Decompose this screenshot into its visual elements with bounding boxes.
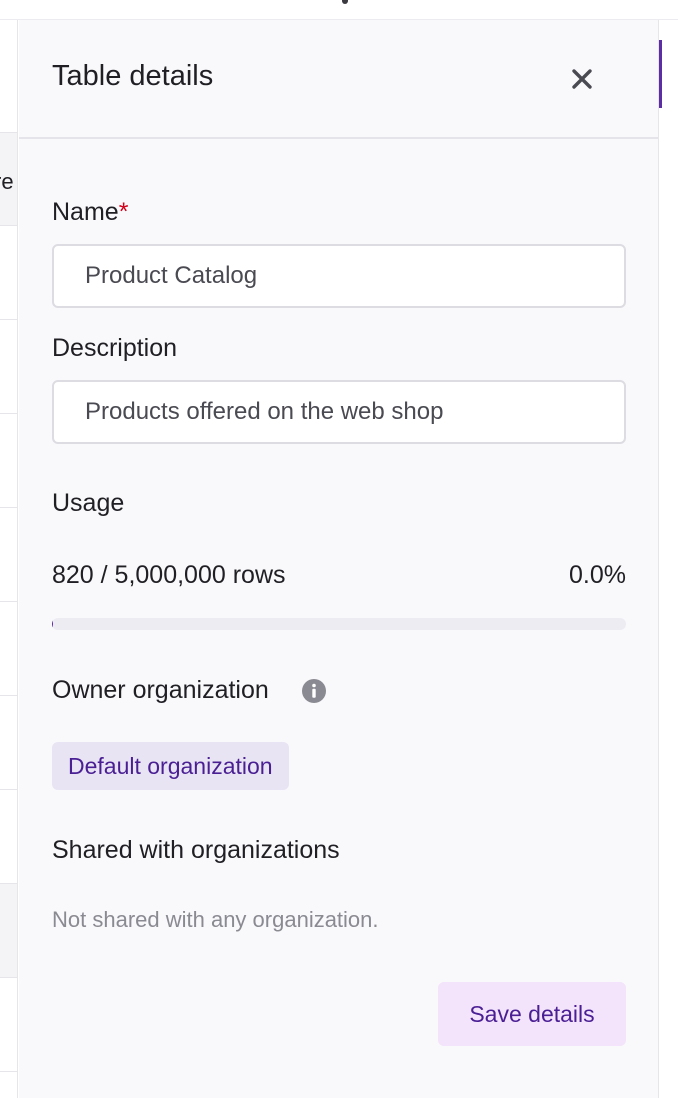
close-icon <box>572 69 592 89</box>
background-table-row <box>0 320 17 414</box>
background-table-row <box>0 602 17 696</box>
background-table: re <box>0 20 18 1098</box>
name-label: Name* <box>52 198 129 226</box>
top-bar <box>0 0 678 20</box>
background-table-header-text: re <box>0 169 14 194</box>
info-icon[interactable] <box>302 679 326 703</box>
usage-rows-text: 820 / 5,000,000 rows <box>52 561 286 589</box>
required-marker: * <box>118 198 129 226</box>
background-table-row <box>0 414 17 508</box>
table-details-panel: Table details Name* Description Usage 82… <box>19 20 658 1098</box>
description-label: Description <box>52 334 178 362</box>
background-table-row <box>0 978 17 1072</box>
shared-with-empty-text: Not shared with any organization. <box>52 907 379 932</box>
owner-organization-chip[interactable]: Default organization <box>52 742 289 790</box>
name-input[interactable] <box>52 244 626 308</box>
close-button[interactable] <box>565 62 599 96</box>
panel-title: Table details <box>52 60 214 92</box>
usage-percent: 0.0% <box>569 561 626 589</box>
background-table-row <box>0 508 17 602</box>
description-input[interactable] <box>52 380 626 444</box>
save-details-button[interactable]: Save details <box>438 982 626 1046</box>
top-bar-indicator <box>342 0 348 4</box>
right-edge-strip <box>658 20 678 1098</box>
panel-header: Table details <box>19 20 658 139</box>
usage-progress-bar <box>52 618 626 630</box>
owner-organization-label: Owner organization <box>52 676 269 704</box>
active-indicator <box>659 40 662 108</box>
background-table-row <box>0 884 17 978</box>
background-table-header: re <box>0 132 17 226</box>
background-table-row <box>0 790 17 884</box>
shared-with-label: Shared with organizations <box>52 836 340 864</box>
usage-label: Usage <box>52 489 125 517</box>
background-table-row <box>0 226 17 320</box>
background-table-row <box>0 696 17 790</box>
